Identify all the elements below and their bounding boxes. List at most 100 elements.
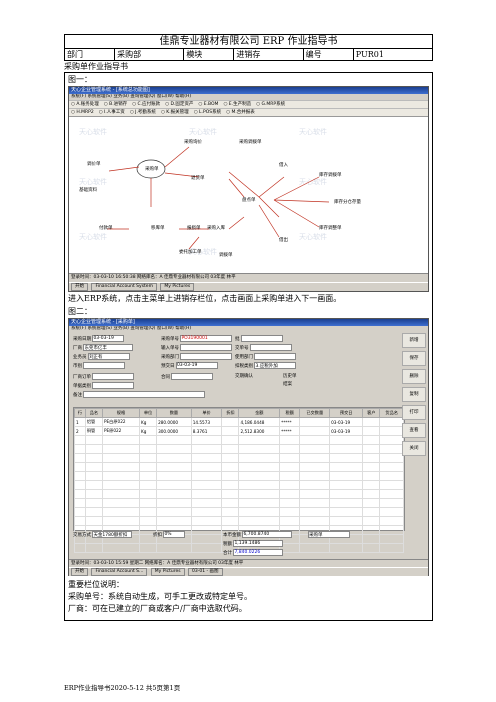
module-item[interactable]: ○ D.固定资产 — [165, 102, 193, 107]
ship-field[interactable] — [249, 344, 292, 351]
module-item[interactable]: ○ A.账务处理 — [71, 102, 99, 107]
module-item[interactable]: ○ E.BOM — [198, 102, 218, 107]
table-cell[interactable] — [74, 507, 86, 517]
table-cell[interactable] — [362, 462, 381, 472]
table-cell[interactable] — [156, 435, 192, 445]
table-cell[interactable] — [238, 498, 281, 508]
node[interactable]: 退货单 — [191, 175, 205, 181]
table-cell[interactable]: 1 — [74, 417, 86, 427]
table-cell[interactable] — [238, 444, 281, 454]
check-history[interactable]: 历史单 — [283, 374, 297, 379]
table-cell[interactable] — [299, 426, 331, 436]
dept-field[interactable] — [180, 353, 233, 360]
table-cell[interactable] — [84, 507, 103, 517]
table-cell[interactable]: Kg — [138, 417, 158, 427]
node[interactable]: 付款单 — [99, 225, 113, 231]
deliver-field[interactable]: 03-03-19 — [175, 362, 218, 369]
table-cell[interactable] — [221, 426, 240, 436]
table-cell[interactable] — [190, 435, 223, 445]
node[interactable]: 盘点单 — [242, 197, 256, 203]
table-cell[interactable]: 03-03-19 — [329, 417, 364, 427]
node[interactable]: 移库单 — [151, 225, 165, 231]
table-cell[interactable] — [156, 480, 192, 490]
table-cell[interactable] — [329, 453, 364, 463]
table-cell[interactable] — [74, 462, 86, 472]
node[interactable]: 报损单 — [187, 225, 201, 231]
node[interactable]: 委托加工单 — [179, 249, 202, 255]
task-item[interactable]: My Pictures — [150, 568, 185, 576]
table-cell[interactable] — [84, 489, 103, 499]
table-cell[interactable] — [279, 453, 301, 463]
table-cell[interactable] — [329, 516, 364, 526]
table-cell[interactable] — [379, 489, 404, 499]
table-cell[interactable] — [279, 498, 301, 508]
table-cell[interactable] — [138, 489, 158, 499]
table-cell[interactable] — [221, 498, 240, 508]
table-cell[interactable] — [138, 480, 158, 490]
table-cell[interactable] — [138, 453, 158, 463]
table-cell[interactable] — [101, 507, 140, 517]
copy-button[interactable]: 复制 — [402, 387, 426, 402]
start-button[interactable]: 开始 — [71, 568, 88, 576]
table-cell[interactable]: 铜管 — [84, 426, 103, 436]
table-cell[interactable]: 03-03-19 — [329, 426, 364, 436]
table-cell[interactable] — [74, 498, 86, 508]
table-cell[interactable] — [279, 516, 301, 526]
table-row[interactable] — [74, 498, 404, 508]
table-row[interactable] — [74, 489, 404, 499]
table-cell[interactable] — [362, 426, 381, 436]
module-item[interactable]: ○ H.MRP2 — [71, 110, 94, 115]
table-cell[interactable] — [84, 453, 103, 463]
table-cell[interactable] — [279, 507, 301, 517]
table-cell[interactable] — [362, 453, 381, 463]
table-row[interactable] — [74, 507, 404, 517]
table-cell[interactable] — [221, 462, 240, 472]
table-cell[interactable] — [101, 453, 140, 463]
table-cell[interactable] — [101, 516, 140, 526]
table-cell[interactable] — [101, 444, 140, 454]
table-cell[interactable] — [299, 516, 331, 526]
pay-field[interactable]: 天金1780额折扣 — [92, 531, 133, 538]
table-cell[interactable] — [299, 471, 331, 481]
table-cell[interactable] — [329, 462, 364, 472]
table-cell[interactable] — [101, 489, 140, 499]
table-cell[interactable] — [379, 471, 404, 481]
table-cell[interactable] — [299, 489, 331, 499]
view-button[interactable]: 查看 — [402, 423, 426, 438]
start-button[interactable]: 开始 — [71, 283, 88, 291]
new-button[interactable]: 新增 — [402, 333, 426, 348]
table-cell[interactable] — [362, 435, 381, 445]
table-cell[interactable] — [221, 444, 240, 454]
table-cell[interactable]: 4,186.0448 — [238, 417, 281, 427]
table-cell[interactable] — [156, 516, 192, 526]
print-button[interactable]: 打印 — [402, 405, 426, 420]
table-cell[interactable] — [238, 453, 281, 463]
table-cell[interactable] — [362, 480, 381, 490]
tax-type-field[interactable]: 3.应税外加 — [254, 362, 297, 369]
table-cell[interactable] — [379, 435, 404, 445]
table-row[interactable] — [74, 435, 404, 445]
table-cell[interactable] — [238, 516, 281, 526]
table-cell[interactable] — [190, 507, 223, 517]
table-cell[interactable] — [221, 480, 240, 490]
table-cell[interactable]: 8.3761 — [190, 426, 223, 436]
table-cell[interactable] — [74, 516, 86, 526]
table-cell[interactable] — [190, 480, 223, 490]
table-row[interactable]: 1 铝管 PE白原022 Kg 280.0000 14.5573 4,186.0448 ***… — [74, 417, 404, 427]
discount-field[interactable]: 0% — [163, 531, 186, 538]
vendor-order-field[interactable] — [92, 373, 135, 380]
table-cell[interactable] — [190, 453, 223, 463]
table-cell[interactable] — [379, 426, 404, 436]
table-cell[interactable] — [84, 480, 103, 490]
table-cell[interactable]: 铝管 — [84, 417, 103, 427]
table-cell[interactable] — [329, 507, 364, 517]
table-cell[interactable] — [379, 480, 404, 490]
module-item[interactable]: ○ C.应付账款 — [132, 102, 160, 107]
close-button[interactable]: 关闭 — [402, 441, 426, 456]
module-item[interactable]: ○ L.POS系统 — [194, 110, 221, 115]
table-cell[interactable]: 2,512.8300 — [238, 426, 281, 436]
table-cell[interactable] — [101, 498, 140, 508]
table-cell[interactable] — [221, 417, 240, 427]
table-cell[interactable]: 2 — [74, 426, 86, 436]
table-cell[interactable] — [221, 507, 240, 517]
